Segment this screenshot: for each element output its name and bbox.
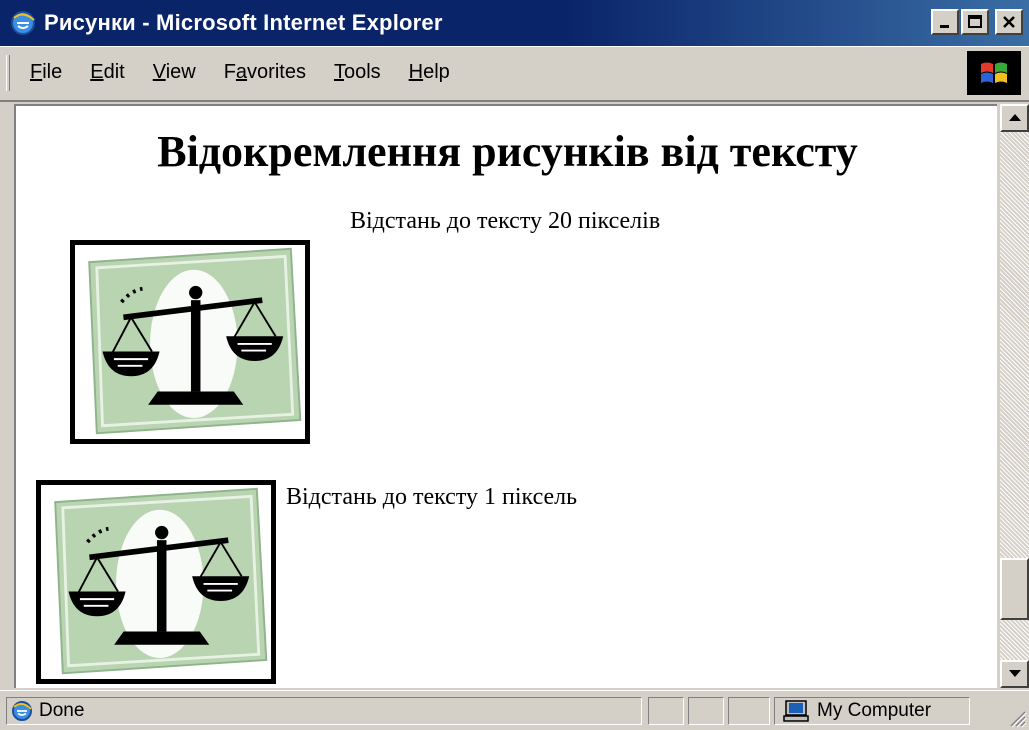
status-text: Done <box>39 700 85 721</box>
maximize-button[interactable] <box>961 9 989 35</box>
menu-edit[interactable]: Edit <box>90 61 124 84</box>
status-pane-3 <box>728 697 770 725</box>
status-main-pane: Done <box>6 697 642 725</box>
window-title: Рисунки - Microsoft Internet Explorer <box>44 10 443 35</box>
page-heading: Відокремлення рисунків від тексту <box>157 127 858 176</box>
minimize-button[interactable] <box>931 9 959 35</box>
ie-icon <box>11 11 35 35</box>
status-pane-1 <box>648 697 684 725</box>
ie-page-icon <box>12 701 32 721</box>
menu-help[interactable]: Help <box>409 61 450 84</box>
menu-tools[interactable]: Tools <box>334 61 381 84</box>
scales-icon <box>41 485 271 679</box>
scroll-thumb[interactable] <box>1000 558 1029 620</box>
maximize-icon <box>968 15 982 28</box>
security-zone[interactable]: My Computer <box>774 697 970 725</box>
arrow-down-icon <box>1008 670 1021 677</box>
menu-favorites[interactable]: Favorites <box>224 61 306 84</box>
title-bar[interactable]: Рисунки - Microsoft Internet Explorer <box>0 0 1029 46</box>
zone-label: My Computer <box>817 700 932 721</box>
windows-logo-icon <box>967 51 1021 95</box>
scroll-down-button[interactable] <box>1000 660 1029 688</box>
status-bar: Done My Computer <box>0 690 1029 730</box>
close-icon <box>1003 16 1015 28</box>
computer-icon <box>783 700 809 722</box>
resize-grip-icon[interactable] <box>1007 708 1027 728</box>
minimize-icon <box>940 25 949 28</box>
caption-distance-20: Відстань до тексту 20 пікселів <box>350 208 661 234</box>
menu-bar: File Edit View Favorites Tools Help <box>0 46 1029 102</box>
caption-distance-1: Відстань до тексту 1 піксель <box>286 484 578 510</box>
vertical-scrollbar[interactable] <box>1000 104 1029 688</box>
scales-picture-1px <box>36 480 276 684</box>
close-button[interactable] <box>995 9 1023 35</box>
status-pane-2 <box>688 697 724 725</box>
scales-picture-20px <box>70 240 310 444</box>
scroll-up-button[interactable] <box>1000 104 1029 132</box>
scales-icon <box>75 245 305 439</box>
menu-view[interactable]: View <box>153 61 196 84</box>
toolbar-grip[interactable] <box>6 55 10 91</box>
menu-file[interactable]: File <box>30 61 62 84</box>
page-viewport[interactable]: Відокремлення рисунків від тексту Відста… <box>14 104 997 688</box>
arrow-up-icon <box>1008 114 1021 121</box>
